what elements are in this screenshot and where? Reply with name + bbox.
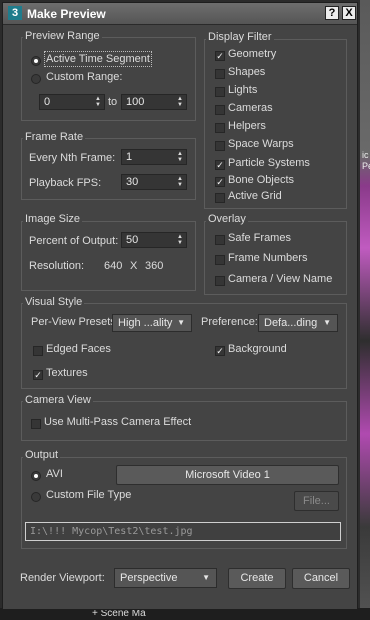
- camera-view-name-label[interactable]: Camera / View Name: [228, 273, 332, 285]
- avi-label[interactable]: AVI: [46, 468, 63, 480]
- percent-of-output-label: Percent of Output:: [29, 235, 119, 247]
- textures-checkbox[interactable]: ✓: [33, 370, 43, 380]
- particle-systems-label[interactable]: Particle Systems: [228, 157, 310, 169]
- geometry-checkbox[interactable]: ✓: [215, 51, 225, 61]
- edged-faces-checkbox[interactable]: [33, 346, 43, 356]
- resolution-width: 640: [104, 260, 123, 272]
- playback-fps-value: 30: [126, 176, 139, 188]
- edged-faces-label[interactable]: Edged Faces: [46, 343, 111, 355]
- make-preview-dialog: 3 Make Preview ? X Preview Range Active …: [2, 2, 358, 610]
- background-app-text: icPe: [362, 150, 370, 171]
- safe-frames-checkbox[interactable]: [215, 235, 225, 245]
- preference-value: Defa...ding: [264, 317, 318, 329]
- background-label[interactable]: Background: [228, 343, 287, 355]
- help-button[interactable]: ?: [325, 6, 339, 20]
- spinner-arrows-icon[interactable]: ▲ ▼: [177, 151, 183, 163]
- background-checkbox[interactable]: ✓: [215, 346, 225, 356]
- chevron-down-icon: ▼: [177, 318, 185, 327]
- range-start-spinner[interactable]: 0 ▲ ▼: [39, 94, 105, 110]
- background-app-edge: icPe: [360, 0, 370, 620]
- shapes-label[interactable]: Shapes: [228, 66, 265, 78]
- spinner-arrows-icon[interactable]: ▲ ▼: [177, 234, 183, 246]
- active-grid-checkbox[interactable]: [215, 193, 225, 203]
- per-view-presets-label: Per-View Presets: [31, 316, 116, 328]
- multipass-label[interactable]: Use Multi-Pass Camera Effect: [44, 416, 191, 428]
- frame-rate-label: Frame Rate: [23, 131, 86, 143]
- frame-numbers-label[interactable]: Frame Numbers: [228, 252, 307, 264]
- range-to-label: to: [108, 96, 118, 108]
- file-button[interactable]: File...: [294, 491, 339, 511]
- title-bar[interactable]: 3 Make Preview ? X: [3, 3, 357, 25]
- textures-label[interactable]: Textures: [46, 367, 88, 379]
- per-view-presets-dropdown[interactable]: High ...ality ▼: [112, 314, 192, 332]
- cameras-checkbox[interactable]: [215, 105, 225, 115]
- frame-rate-group: [21, 138, 196, 200]
- range-start-value: 0: [44, 96, 51, 108]
- render-viewport-label: Render Viewport:: [20, 572, 105, 584]
- safe-frames-label[interactable]: Safe Frames: [228, 232, 291, 244]
- chevron-down-icon: ▼: [323, 318, 331, 327]
- per-view-presets-value: High ...ality: [118, 317, 173, 329]
- playback-fps-spinner[interactable]: 30 ▲ ▼: [121, 174, 187, 190]
- output-path-field[interactable]: I:\!!! Mycop\Test2\test.jpg: [25, 522, 341, 541]
- render-viewport-value: Perspective: [120, 572, 178, 584]
- space-warps-label[interactable]: Space Warps: [228, 138, 294, 150]
- active-time-segment-label[interactable]: Active Time Segment: [44, 51, 152, 67]
- bone-objects-checkbox[interactable]: ✓: [215, 177, 225, 187]
- active-time-segment-radio[interactable]: [31, 56, 41, 66]
- spinner-arrows-icon[interactable]: ▲ ▼: [177, 176, 183, 188]
- custom-range-radio[interactable]: [31, 74, 41, 84]
- space-warps-checkbox[interactable]: [215, 141, 225, 151]
- playback-fps-label: Playback FPS:: [29, 177, 102, 189]
- app-icon: 3: [8, 6, 22, 20]
- preference-label: Preference:: [201, 316, 258, 328]
- multipass-checkbox[interactable]: [31, 419, 41, 429]
- spinner-arrows-icon[interactable]: ▲ ▼: [177, 96, 183, 108]
- shapes-checkbox[interactable]: [215, 69, 225, 79]
- window-title: Make Preview: [27, 7, 106, 21]
- create-button[interactable]: Create: [228, 568, 286, 589]
- range-end-spinner[interactable]: 100 ▲ ▼: [121, 94, 187, 110]
- lights-label[interactable]: Lights: [228, 84, 257, 96]
- percent-of-output-value: 50: [126, 234, 139, 246]
- every-nth-frame-label: Every Nth Frame:: [29, 152, 116, 164]
- display-filter-label: Display Filter: [206, 31, 274, 43]
- resolution-label: Resolution:: [29, 260, 85, 272]
- particle-systems-checkbox[interactable]: ✓: [215, 160, 225, 170]
- range-end-value: 100: [126, 96, 145, 108]
- every-nth-frame-value: 1: [126, 151, 133, 163]
- avi-radio[interactable]: [31, 471, 41, 481]
- cancel-button[interactable]: Cancel: [292, 568, 350, 589]
- custom-file-type-label[interactable]: Custom File Type: [46, 489, 131, 501]
- camera-view-name-checkbox[interactable]: [215, 276, 225, 286]
- lights-checkbox[interactable]: [215, 87, 225, 97]
- output-label: Output: [23, 449, 61, 461]
- percent-of-output-spinner[interactable]: 50 ▲ ▼: [121, 232, 187, 248]
- every-nth-frame-spinner[interactable]: 1 ▲ ▼: [121, 149, 187, 165]
- overlay-label: Overlay: [206, 213, 248, 225]
- geometry-label[interactable]: Geometry: [228, 48, 276, 60]
- custom-range-label[interactable]: Custom Range:: [46, 71, 122, 83]
- cameras-label[interactable]: Cameras: [228, 102, 273, 114]
- preview-range-label: Preview Range: [23, 30, 102, 42]
- custom-file-type-radio[interactable]: [31, 492, 41, 502]
- resolution-height: 360: [145, 260, 164, 272]
- preference-dropdown[interactable]: Defa...ding ▼: [258, 314, 338, 332]
- bone-objects-label[interactable]: Bone Objects: [228, 174, 294, 186]
- close-button[interactable]: X: [342, 6, 356, 20]
- chevron-down-icon: ▼: [202, 573, 210, 582]
- spinner-arrows-icon[interactable]: ▲ ▼: [95, 96, 101, 108]
- image-size-label: Image Size: [23, 213, 83, 225]
- helpers-label[interactable]: Helpers: [228, 120, 266, 132]
- visual-style-label: Visual Style: [23, 296, 85, 308]
- resolution-x: X: [130, 260, 138, 272]
- render-viewport-dropdown[interactable]: Perspective ▼: [114, 568, 217, 588]
- camera-view-label: Camera View: [23, 394, 93, 406]
- frame-numbers-checkbox[interactable]: [215, 255, 225, 265]
- codec-button[interactable]: Microsoft Video 1: [116, 465, 339, 485]
- helpers-checkbox[interactable]: [215, 123, 225, 133]
- active-grid-label[interactable]: Active Grid: [228, 190, 282, 202]
